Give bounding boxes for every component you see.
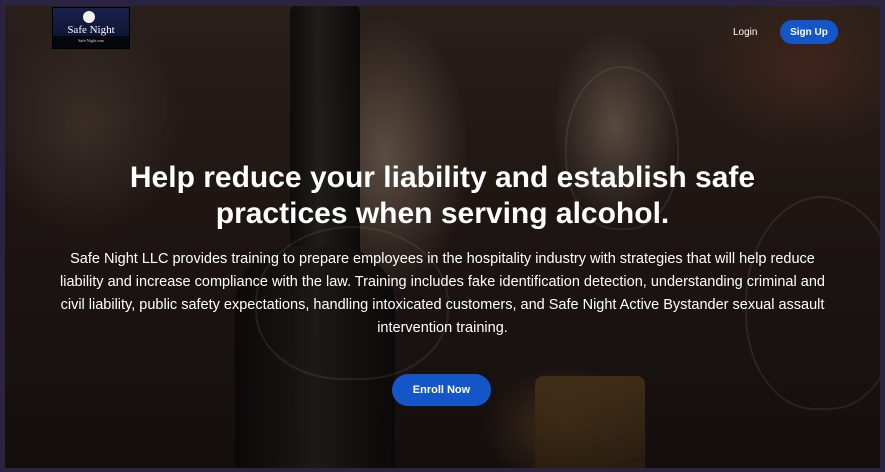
moon-icon [83,11,95,23]
site-logo[interactable]: Safe Night Safe-Night.com [52,7,130,49]
logo-subtitle: Safe-Night.com [78,38,104,43]
hero-headline: Help reduce your liability and establish… [0,160,885,232]
hero-description: Safe Night LLC provides training to prep… [60,251,825,336]
hero-headline-line2: practices when serving alcohol. [215,197,670,230]
logo-name: Safe Night [67,24,115,36]
signup-button[interactable]: Sign Up [780,20,838,44]
hero-headline-line1: Help reduce your liability and establish… [129,161,756,194]
enroll-now-button[interactable]: Enroll Now [392,374,491,406]
login-link[interactable]: Login [733,27,757,38]
